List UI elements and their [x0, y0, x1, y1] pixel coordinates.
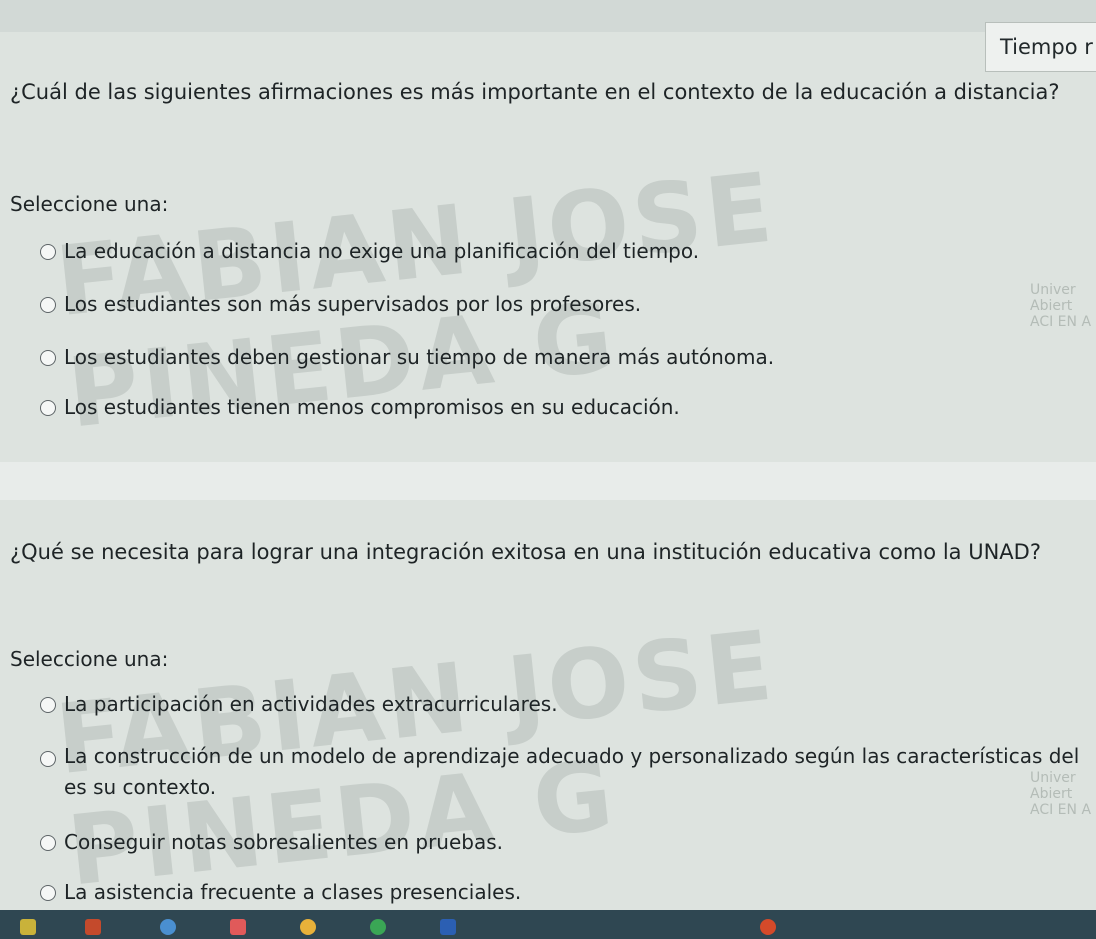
question-separator	[0, 462, 1096, 500]
question-1-option-4[interactable]: Los estudiantes tienen menos compromisos…	[40, 395, 680, 419]
radio-button[interactable]	[40, 885, 56, 901]
calculator-icon[interactable]	[230, 919, 246, 935]
question-2-option-1[interactable]: La participación en actividades extracur…	[40, 692, 558, 716]
top-band	[0, 0, 1096, 32]
radio-button[interactable]	[40, 835, 56, 851]
question-2-option-2[interactable]: La construcción de un modelo de aprendiz…	[40, 744, 1096, 803]
timer-panel: Tiempo r	[985, 22, 1096, 72]
radio-button[interactable]	[40, 697, 56, 713]
question-1-prompt: ¿Cuál de las siguientes afirmaciones es …	[10, 80, 1060, 104]
question-1-option-1[interactable]: La educación a distancia no exige una pl…	[40, 239, 699, 263]
question-2-option-3[interactable]: Conseguir notas sobresalientes en prueba…	[40, 830, 503, 854]
question-1-option-2[interactable]: Los estudiantes son más supervisados por…	[40, 292, 641, 316]
word-icon[interactable]	[440, 919, 456, 935]
taskbar	[0, 910, 1096, 939]
option-label: La asistencia frecuente a clases presenc…	[64, 880, 522, 904]
radio-button[interactable]	[40, 400, 56, 416]
question-2-option-4[interactable]: La asistencia frecuente a clases presenc…	[40, 880, 521, 904]
question-2-select-label: Seleccione una:	[10, 647, 169, 671]
taskbar-app-icon[interactable]	[20, 919, 36, 935]
radio-button[interactable]	[40, 350, 56, 366]
timer-label: Tiempo r	[1000, 35, 1093, 59]
radio-button[interactable]	[40, 751, 56, 767]
option-label: La construcción de un modelo de aprendiz…	[64, 744, 1080, 799]
option-label: La participación en actividades extracur…	[64, 692, 558, 716]
question-2-prompt: ¿Qué se necesita para lograr una integra…	[10, 540, 1041, 564]
watermark-logo: Univer Abiert ACI EN A	[1030, 282, 1092, 330]
option-label: Los estudiantes son más supervisados por…	[64, 292, 642, 316]
question-2-card: FABIAN JOSE PINEDA G Univer Abiert ACI E…	[0, 500, 1096, 910]
option-label: Conseguir notas sobresalientes en prueba…	[64, 830, 503, 854]
option-label: Los estudiantes tienen menos compromisos…	[64, 395, 680, 419]
option-label: Los estudiantes deben gestionar su tiemp…	[64, 345, 775, 369]
question-1-option-3[interactable]: Los estudiantes deben gestionar su tiemp…	[40, 345, 774, 369]
radio-button[interactable]	[40, 297, 56, 313]
option-label: La educación a distancia no exige una pl…	[64, 239, 700, 263]
teams-icon[interactable]	[160, 919, 176, 935]
powerpoint-icon[interactable]	[85, 919, 101, 935]
browser-icon[interactable]	[370, 919, 386, 935]
question-1-card: FABIAN JOSE PINEDA G Univer Abiert ACI E…	[0, 32, 1096, 462]
radio-button[interactable]	[40, 244, 56, 260]
notification-icon[interactable]	[760, 919, 776, 935]
chrome-icon[interactable]	[300, 919, 316, 935]
question-1-select-label: Seleccione una:	[10, 192, 169, 216]
